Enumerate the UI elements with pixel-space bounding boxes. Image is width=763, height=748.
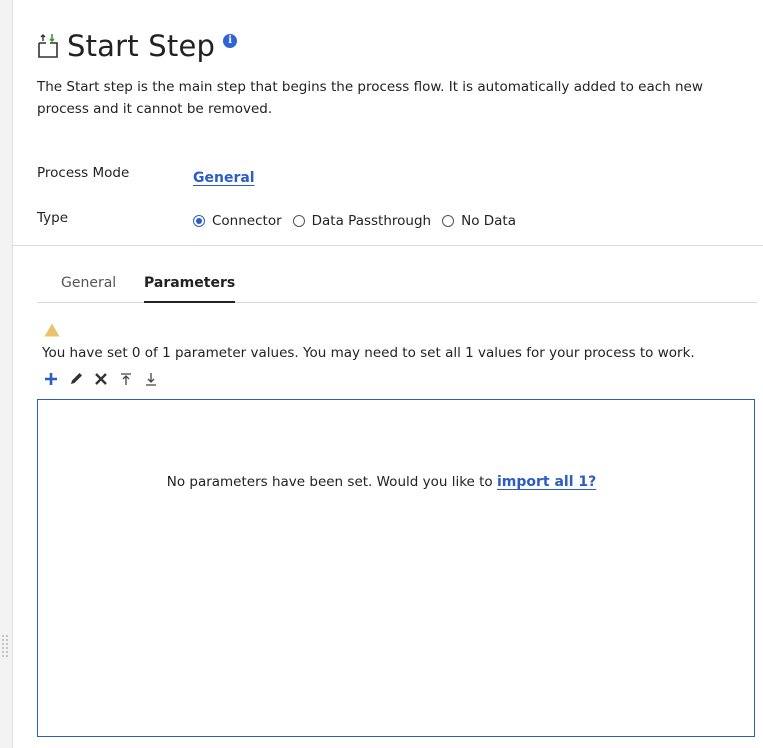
step-description: The Start step is the main step that beg…	[37, 79, 703, 117]
parameters-toolbar	[42, 370, 167, 388]
page-title: Start Step	[67, 29, 216, 63]
move-top-icon[interactable]	[117, 370, 135, 388]
type-option-label: Connector	[212, 213, 282, 229]
section-divider	[12, 245, 763, 246]
info-icon[interactable]: i	[223, 34, 238, 48]
move-bottom-icon[interactable]	[142, 370, 160, 388]
type-option-data-passthrough[interactable]: Data Passthrough	[292, 213, 432, 229]
left-resize-rail	[0, 0, 13, 748]
delete-icon[interactable]	[92, 370, 110, 388]
edit-icon[interactable]	[67, 370, 85, 388]
radio-no-data[interactable]	[442, 215, 455, 227]
tab-general[interactable]: General	[61, 272, 116, 301]
type-option-label: No Data	[461, 213, 516, 229]
import-all-link[interactable]: import all 1?	[497, 474, 596, 490]
tab-bar: General Parameters	[37, 272, 757, 303]
type-option-no-data[interactable]: No Data	[442, 213, 516, 229]
type-label: Type	[37, 210, 69, 226]
radio-connector[interactable]	[193, 215, 205, 227]
warning-message: You have set 0 of 1 parameter values. Yo…	[42, 345, 695, 361]
page-header: Start Step i	[37, 26, 238, 66]
warning-icon	[44, 322, 60, 337]
parameters-panel	[37, 399, 755, 737]
type-radio-group: Connector Data Passthrough No Data	[193, 213, 527, 229]
process-mode-link[interactable]: General	[193, 170, 255, 186]
process-mode-label: Process Mode	[37, 165, 130, 181]
empty-parameters-message: No parameters have been set. Would you l…	[0, 474, 763, 490]
add-icon[interactable]	[42, 370, 60, 388]
radio-data-passthrough[interactable]	[292, 215, 305, 227]
resize-grip-handle[interactable]	[2, 635, 10, 661]
tab-parameters[interactable]: Parameters	[144, 272, 236, 303]
type-option-label: Data Passthrough	[311, 213, 432, 229]
type-option-connector[interactable]: Connector	[193, 213, 282, 229]
start-step-icon	[37, 33, 59, 59]
empty-parameters-text: No parameters have been set. Would you l…	[166, 474, 497, 490]
